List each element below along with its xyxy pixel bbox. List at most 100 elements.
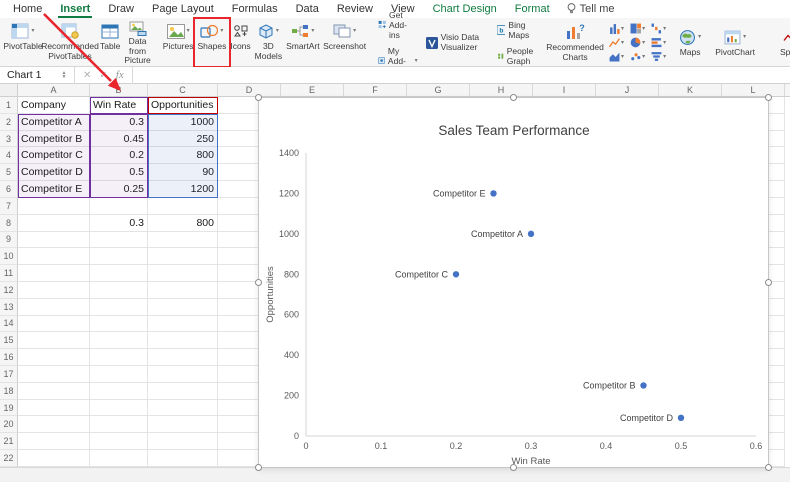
chart-selection-handle[interactable] <box>509 464 517 471</box>
cell-C15[interactable] <box>148 332 218 350</box>
column-header-B[interactable]: B <box>90 84 148 96</box>
row-header-14[interactable]: 14 <box>0 315 18 333</box>
3d-models-button[interactable]: ▾ 3D Models <box>253 20 284 65</box>
tab-data[interactable]: Data <box>287 0 328 18</box>
cell-A18[interactable] <box>18 382 90 400</box>
column-header-H[interactable]: H <box>470 84 533 96</box>
column-header-E[interactable]: E <box>281 84 344 96</box>
smartart-button[interactable]: ▾ SmartArt <box>284 20 322 65</box>
row-header-19[interactable]: 19 <box>0 399 18 417</box>
row-header-6[interactable]: 6 <box>0 181 18 198</box>
cell-B2[interactable]: 0.3 <box>90 113 148 131</box>
funnel-chart-button[interactable]: ▾ <box>651 51 666 62</box>
cell-B4[interactable]: 0.2 <box>90 147 148 165</box>
cell-B14[interactable] <box>90 315 148 333</box>
people-graph-button[interactable]: People Graph <box>497 46 538 66</box>
cell-B8[interactable]: 0.3 <box>90 214 148 232</box>
cell-A9[interactable] <box>18 231 90 249</box>
cell-A17[interactable] <box>18 366 90 383</box>
row-header-18[interactable]: 18 <box>0 382 18 400</box>
tab-draw[interactable]: Draw <box>99 0 143 18</box>
maps-button[interactable]: ▾ Maps <box>673 26 707 59</box>
cell-C7[interactable] <box>148 197 218 215</box>
area-chart-button[interactable]: ▾ <box>609 51 624 62</box>
cell-B3[interactable]: 0.45 <box>90 130 148 148</box>
cell-C14[interactable] <box>148 315 218 333</box>
cell-C2[interactable]: 1000 <box>148 113 218 131</box>
row-header-2[interactable]: 2 <box>0 113 18 131</box>
chart-selection-handle[interactable] <box>765 278 772 286</box>
cell-A2[interactable]: Competitor A <box>18 113 90 131</box>
column-header-D[interactable]: D <box>218 84 281 96</box>
cell-A1[interactable]: Company <box>18 97 90 114</box>
enter-icon[interactable]: ✓ <box>99 70 107 81</box>
cell-A6[interactable]: Competitor E <box>18 181 90 198</box>
cell-A11[interactable] <box>18 265 90 282</box>
row-header-11[interactable]: 11 <box>0 265 18 282</box>
cell-B13[interactable] <box>90 298 148 316</box>
row-header-8[interactable]: 8 <box>0 214 18 232</box>
cell-C18[interactable] <box>148 382 218 400</box>
tell-me[interactable]: Tell me <box>567 3 614 15</box>
icons-button[interactable]: Icons <box>228 20 252 65</box>
chart-selection-handle[interactable] <box>765 94 772 101</box>
row-header-12[interactable]: 12 <box>0 281 18 299</box>
cell-A20[interactable] <box>18 416 90 434</box>
cell-C13[interactable] <box>148 298 218 316</box>
chart-selection-handle[interactable] <box>255 464 262 471</box>
column-header-G[interactable]: G <box>407 84 470 96</box>
column-header-K[interactable]: K <box>659 84 722 96</box>
pictures-button[interactable]: ▾ Pictures <box>161 20 196 65</box>
cell-C6[interactable]: 1200 <box>148 181 218 198</box>
cell-B1[interactable]: Win Rate <box>90 97 148 114</box>
cell-B18[interactable] <box>90 382 148 400</box>
tab-format[interactable]: Format <box>506 0 559 18</box>
row-header-13[interactable]: 13 <box>0 298 18 316</box>
bing-maps-button[interactable]: b Bing Maps <box>496 20 538 40</box>
cell-C11[interactable] <box>148 265 218 282</box>
cell-A10[interactable] <box>18 248 90 266</box>
cell-A16[interactable] <box>18 349 90 366</box>
visio-data-visualizer-button[interactable]: Visio Data Visualizer <box>425 33 489 52</box>
cell-C1[interactable]: Opportunities <box>148 97 218 114</box>
get-addins-button[interactable]: Get Add-ins <box>378 10 418 40</box>
recommended-pivottables-button[interactable]: Recommended PivotTables <box>41 20 99 65</box>
column-header-L[interactable]: L <box>722 84 785 96</box>
cell-C20[interactable] <box>148 416 218 434</box>
cell-C19[interactable] <box>148 399 218 417</box>
scatter-chart-button[interactable]: ▾ <box>630 51 645 62</box>
cell-C4[interactable]: 800 <box>148 147 218 165</box>
column-header-C[interactable]: C <box>148 84 218 96</box>
row-header-4[interactable]: 4 <box>0 147 18 165</box>
column-chart-button[interactable]: ▾ <box>609 23 624 34</box>
pivotchart-button[interactable]: ▾ PivotChart <box>710 26 760 59</box>
cell-B10[interactable] <box>90 248 148 266</box>
cell-B11[interactable] <box>90 265 148 282</box>
pie-chart-button[interactable]: ▾ <box>630 37 645 48</box>
chart-selection-handle[interactable] <box>255 94 262 101</box>
cell-C12[interactable] <box>148 281 218 299</box>
row-header-9[interactable]: 9 <box>0 231 18 249</box>
tab-page-layout[interactable]: Page Layout <box>143 0 223 18</box>
sparkline-button[interactable]: Spark <box>775 26 790 59</box>
cell-B5[interactable]: 0.5 <box>90 164 148 182</box>
cell-C10[interactable] <box>148 248 218 266</box>
cell-B15[interactable] <box>90 332 148 350</box>
select-all-corner[interactable] <box>0 84 18 96</box>
cell-A3[interactable]: Competitor B <box>18 130 90 148</box>
row-header-20[interactable]: 20 <box>0 416 18 434</box>
tab-chart-design[interactable]: Chart Design <box>424 0 506 18</box>
cell-A15[interactable] <box>18 332 90 350</box>
row-header-16[interactable]: 16 <box>0 349 18 366</box>
cell-A12[interactable] <box>18 281 90 299</box>
chart-selection-handle[interactable] <box>255 278 262 286</box>
cell-A22[interactable] <box>18 450 90 467</box>
column-header-J[interactable]: J <box>596 84 659 96</box>
cell-B16[interactable] <box>90 349 148 366</box>
cell-C17[interactable] <box>148 366 218 383</box>
cell-A19[interactable] <box>18 399 90 417</box>
cell-C21[interactable] <box>148 433 218 451</box>
cell-A14[interactable] <box>18 315 90 333</box>
row-header-15[interactable]: 15 <box>0 332 18 350</box>
column-header-F[interactable]: F <box>344 84 407 96</box>
